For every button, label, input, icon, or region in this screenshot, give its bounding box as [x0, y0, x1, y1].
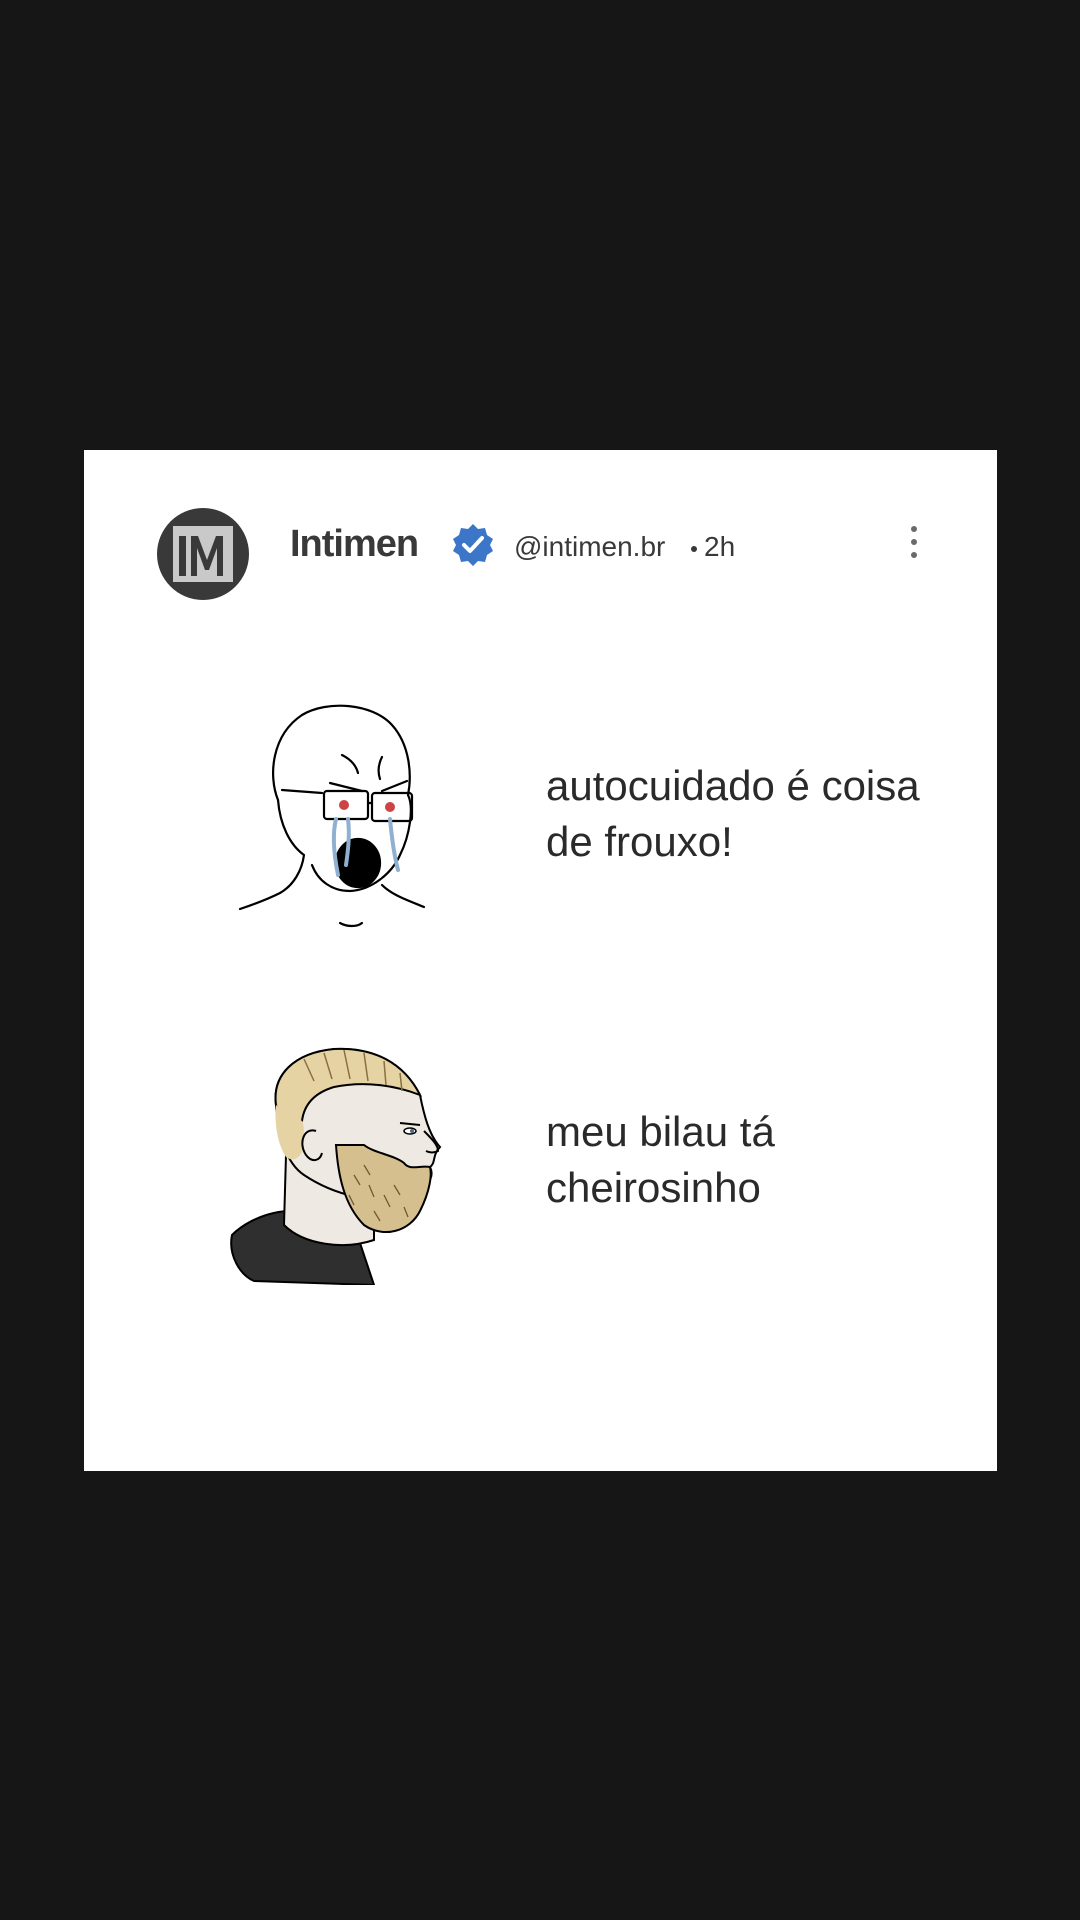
meme-caption-2: meu bilau tá cheirosinho: [546, 1108, 775, 1211]
separator-dot: [691, 546, 697, 552]
crying-wojak-illustration: [238, 704, 426, 928]
author-handle[interactable]: @intimen.br: [514, 530, 665, 564]
intimen-logo-icon: [173, 526, 233, 582]
post-time: 2h: [704, 531, 736, 562]
yes-chad-illustration: [230, 1047, 442, 1285]
more-dot: [911, 539, 917, 545]
more-options-icon[interactable]: [904, 524, 924, 560]
avatar[interactable]: [157, 508, 249, 600]
more-dot: [911, 526, 917, 532]
more-dot: [911, 552, 917, 558]
verified-badge-icon: [453, 524, 493, 566]
author-name[interactable]: Intimen: [290, 522, 419, 566]
meme-caption-1: autocuidado é coisa de frouxo!: [546, 762, 920, 865]
post-card: Intimen @intimen.br 2h autocuidado é coi…: [84, 450, 997, 1471]
